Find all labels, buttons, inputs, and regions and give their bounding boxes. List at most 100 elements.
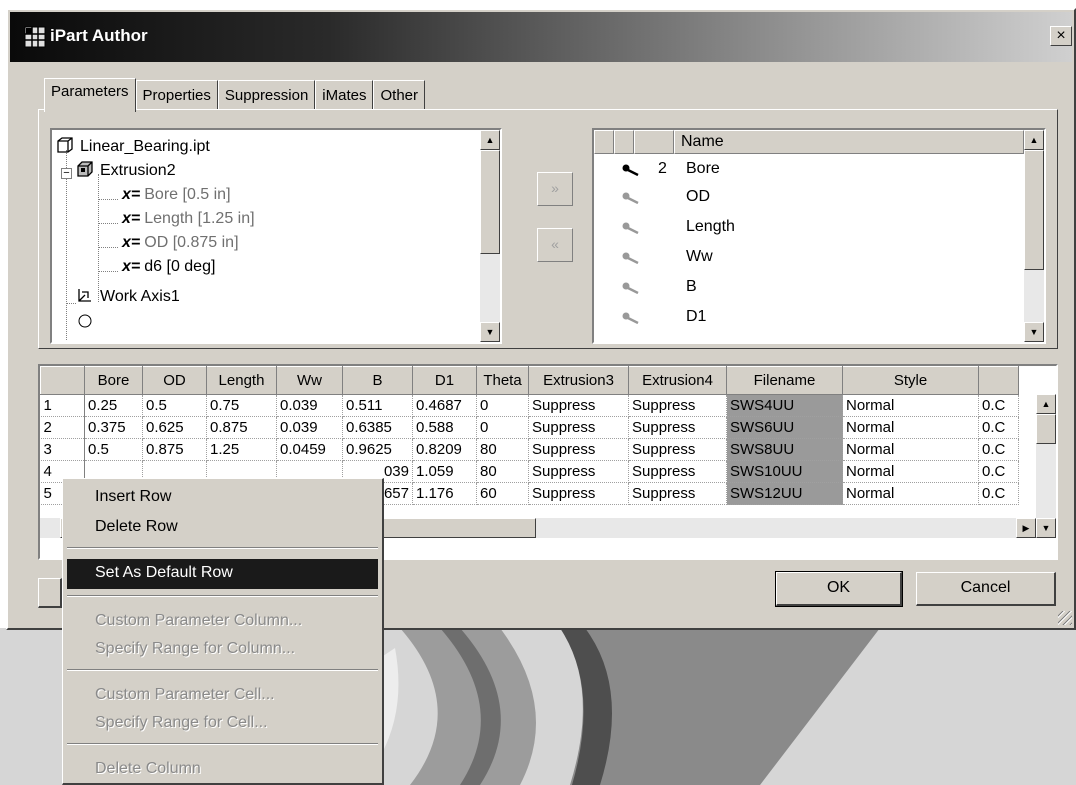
column-header[interactable]: Bore [84,366,143,395]
cell[interactable]: 0.9625 [342,438,413,461]
column-header[interactable]: B [342,366,413,395]
column-header[interactable]: Extrusion4 [628,366,727,395]
cell[interactable]: 0.C [978,438,1019,461]
tab-parameters[interactable]: Parameters [44,78,136,112]
remove-parameter-button[interactable]: « [537,228,573,262]
scroll-down-icon[interactable]: ▼ [1036,518,1056,538]
cell[interactable]: 0.75 [206,394,277,417]
scroll-thumb[interactable] [480,150,500,254]
scroll-up-icon[interactable]: ▲ [1024,130,1044,150]
table-row[interactable]: 2 0.375 0.625 0.875 0.039 0.6385 0.588 0… [40,416,1019,439]
param-row[interactable]: Ww [594,248,1014,276]
cell[interactable]: Suppress [528,416,629,439]
cell[interactable]: 0.C [978,460,1019,483]
scroll-down-icon[interactable]: ▼ [480,322,500,342]
column-header[interactable]: Extrusion3 [528,366,629,395]
column-header[interactable]: Theta [476,366,529,395]
row-number[interactable]: 1 [40,394,85,417]
param-row[interactable]: 2 Bore [594,160,1014,188]
cell[interactable]: 0.C [978,394,1019,417]
model-tree[interactable]: − Linear_Bearing.ipt Extrusion2 x= Bore [… [50,128,502,344]
cell[interactable]: Normal [842,416,979,439]
cell[interactable]: 0.5 [142,394,207,417]
cell[interactable]: 0.875 [206,416,277,439]
cell[interactable]: Suppress [628,438,727,461]
row-number[interactable]: 3 [40,438,85,461]
cell[interactable]: 1.25 [206,438,277,461]
cell[interactable]: 0.6385 [342,416,413,439]
ok-button[interactable]: OK [775,571,903,607]
scroll-up-icon[interactable]: ▲ [480,130,500,150]
filename-cell[interactable]: SWS8UU [726,438,843,461]
menu-item-insert-row[interactable]: Insert Row [67,483,378,513]
scroll-up-icon[interactable]: ▲ [1036,394,1056,414]
tree-item-param-length[interactable]: x= Length [1.25 in] [122,210,255,234]
cell[interactable]: Normal [842,438,979,461]
filename-cell[interactable]: SWS12UU [726,482,843,505]
cell[interactable]: Suppress [528,394,629,417]
resize-grip-icon[interactable] [1058,611,1072,625]
cell[interactable]: 0.8209 [412,438,477,461]
scroll-thumb[interactable] [1036,414,1056,444]
cell[interactable]: 0.588 [412,416,477,439]
filename-cell[interactable]: SWS6UU [726,416,843,439]
cell[interactable]: 0.25 [84,394,143,417]
param-row[interactable]: D1 [594,308,1014,336]
scroll-down-icon[interactable]: ▼ [1024,322,1044,342]
filename-cell[interactable]: SWS10UU [726,460,843,483]
tree-item-param-bore[interactable]: x= Bore [0.5 in] [122,186,231,210]
filename-cell[interactable]: SWS4UU [726,394,843,417]
table-row[interactable]: 3 0.5 0.875 1.25 0.0459 0.9625 0.8209 80… [40,438,1019,461]
collapse-icon[interactable]: − [61,168,72,179]
cell[interactable]: 0.511 [342,394,413,417]
column-header[interactable] [978,366,1019,395]
cell[interactable]: 60 [476,482,529,505]
column-header[interactable]: Style [842,366,979,395]
scroll-right-icon[interactable]: ▶ [1016,518,1036,538]
cell[interactable]: 80 [476,438,529,461]
cell[interactable]: 0.5 [84,438,143,461]
grid-vscrollbar[interactable]: ▲ ▼ [1036,394,1056,538]
help-button[interactable] [38,578,62,608]
param-row[interactable]: B [594,278,1014,306]
cell[interactable]: 1.176 [412,482,477,505]
cell[interactable]: 0.C [978,416,1019,439]
parameter-list[interactable]: Name 2 Bore OD Length Ww B D1 ▲ ▼ [592,128,1046,344]
title-bar[interactable]: iPart Author [10,12,1072,62]
cell[interactable]: 0.0459 [276,438,343,461]
cell[interactable]: Suppress [628,482,727,505]
tab-imates[interactable]: iMates [315,80,374,110]
cell[interactable]: Normal [842,460,979,483]
tab-properties[interactable]: Properties [135,80,218,110]
cell[interactable]: Suppress [628,460,727,483]
cell[interactable]: 0.625 [142,416,207,439]
cell[interactable]: 0.4687 [412,394,477,417]
cell[interactable]: 0 [476,394,529,417]
cell[interactable]: 0.C [978,482,1019,505]
param-row[interactable]: OD [594,188,1014,216]
cancel-button[interactable]: Cancel [916,572,1056,606]
cell[interactable]: 0 [476,416,529,439]
column-header[interactable]: D1 [412,366,477,395]
tree-item-extrusion2[interactable]: Extrusion2 [76,160,176,184]
cell[interactable]: Suppress [528,460,629,483]
add-parameter-button[interactable]: » [537,172,573,206]
column-header[interactable]: Ww [276,366,343,395]
tree-item-param-od[interactable]: x= OD [0.875 in] [122,234,239,258]
column-header[interactable]: Filename [726,366,843,395]
tab-other[interactable]: Other [373,80,425,110]
cell[interactable]: 0.039 [276,416,343,439]
cell[interactable]: Normal [842,394,979,417]
param-row[interactable]: Length [594,218,1014,246]
cell[interactable]: Suppress [628,394,727,417]
menu-item-delete-row[interactable]: Delete Row [67,513,378,543]
column-header[interactable]: OD [142,366,207,395]
cell[interactable]: 0.375 [84,416,143,439]
param-list-scrollbar[interactable]: ▲ ▼ [1024,130,1044,342]
table-row[interactable]: 1 0.25 0.5 0.75 0.039 0.511 0.4687 0 Sup… [40,394,1019,417]
cell[interactable]: 0.039 [276,394,343,417]
cell[interactable]: Suppress [528,482,629,505]
cell[interactable]: Normal [842,482,979,505]
tree-scrollbar[interactable]: ▲ ▼ [480,130,500,342]
tree-item-part[interactable]: Linear_Bearing.ipt [56,136,210,160]
